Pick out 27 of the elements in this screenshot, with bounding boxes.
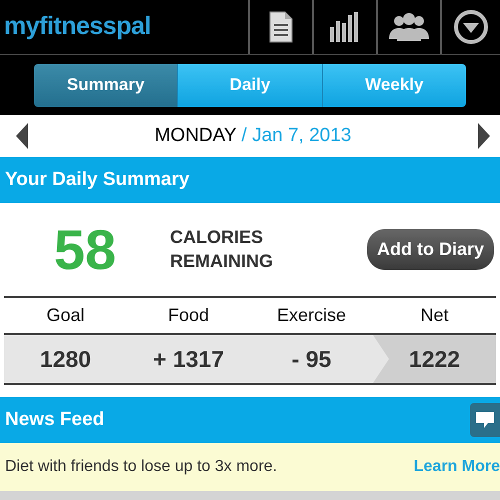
tab[interactable]: Weekly xyxy=(322,64,466,106)
column-header: Net xyxy=(419,304,450,327)
next-arrow-icon[interactable] xyxy=(478,123,490,149)
document-icon[interactable] xyxy=(268,11,294,43)
tab[interactable]: Summary xyxy=(34,64,178,106)
column-header: Exercise xyxy=(276,304,348,327)
previous-arrow-icon[interactable] xyxy=(16,123,28,149)
banner-text: Diet with friends to lose up to 3x more. xyxy=(5,457,278,477)
dropdown-icon[interactable] xyxy=(453,9,489,45)
calories-remaining-label: CALORIES REMAINING xyxy=(170,226,274,272)
column-header: Goal xyxy=(45,304,86,327)
date-label: MONDAY / Jan 7, 2013 xyxy=(154,124,352,148)
column-header: Food xyxy=(166,304,210,327)
summary-value: + 1317 xyxy=(152,344,225,374)
comment-button[interactable] xyxy=(470,403,500,437)
summary-value: 1280 xyxy=(38,344,92,374)
summary-value: - 95 xyxy=(290,344,332,374)
app-logo: myfitnesspal xyxy=(3,11,152,42)
summary-value: 1222 xyxy=(373,335,496,383)
people-icon[interactable] xyxy=(387,12,431,42)
speech-bubble-icon xyxy=(475,411,495,429)
add-to-diary-button[interactable]: Add to Diary xyxy=(366,229,494,270)
learn-more-link[interactable]: Learn More xyxy=(414,455,500,479)
tab[interactable]: Daily xyxy=(177,64,322,106)
section-title: News Feed xyxy=(5,408,104,432)
calories-remaining-value: 58 xyxy=(52,216,118,282)
section-header: Your Daily Summary xyxy=(0,157,500,203)
